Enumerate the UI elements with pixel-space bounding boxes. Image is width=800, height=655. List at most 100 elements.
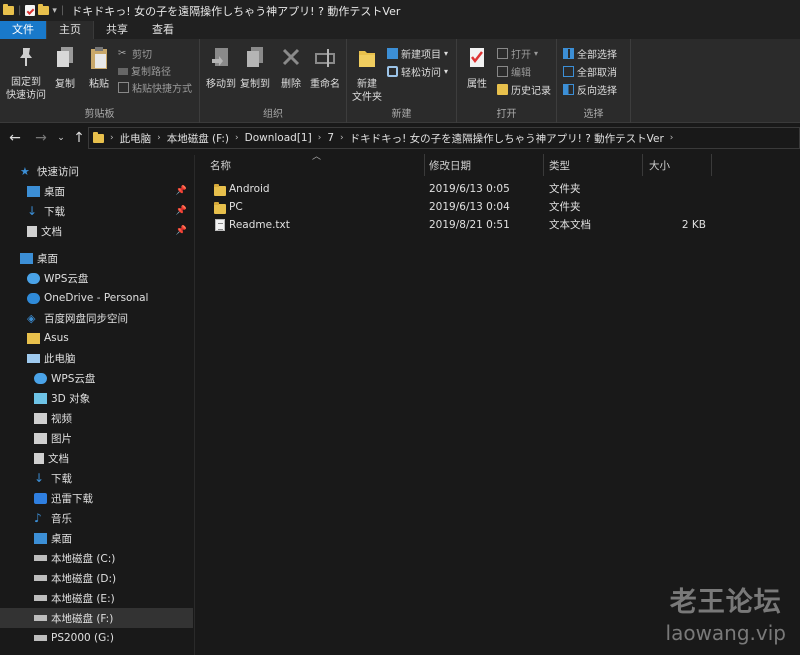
nav-pictures[interactable]: 图片 (0, 428, 193, 448)
nav-music[interactable]: ♪ 音乐 (0, 508, 193, 528)
breadcrumb-separator-icon[interactable]: › (338, 133, 346, 143)
up-arrow-icon[interactable]: ↑ (70, 130, 88, 146)
cut-label: 剪切 (132, 50, 152, 61)
new-folder-icon[interactable] (38, 4, 50, 15)
nav-drive-g[interactable]: PS2000 (G:) (0, 628, 193, 648)
properties-button[interactable]: 属性 (461, 45, 493, 91)
nav-drive-e[interactable]: 本地磁盘 (E:) (0, 588, 193, 608)
forward-arrow-icon[interactable]: → (32, 130, 50, 146)
column-header-size[interactable]: 大小 (649, 154, 670, 176)
breadcrumb-download[interactable]: Download[1] (241, 132, 316, 144)
nav-quick-documents[interactable]: 文档 📌 (0, 221, 193, 241)
nav-videos[interactable]: 视频 (0, 408, 193, 428)
back-arrow-icon[interactable]: ← (6, 130, 24, 146)
breadcrumb-separator-icon[interactable]: › (108, 133, 116, 143)
nav-desktop[interactable]: 桌面 (0, 248, 193, 268)
nav-documents[interactable]: 文档 (0, 448, 193, 468)
easy-access-button[interactable]: 轻松访问 ▾ (387, 64, 448, 79)
file-name: Android (229, 183, 270, 195)
column-header-type[interactable]: 类型 (549, 154, 570, 176)
move-to-button[interactable]: 移动到 (204, 45, 238, 91)
scissors-icon: ✂ (118, 48, 127, 59)
nav-xunlei-download[interactable]: 迅雷下载 (0, 488, 193, 508)
desktop-icon (34, 532, 47, 544)
breadcrumb-separator-icon[interactable]: › (316, 133, 324, 143)
drive-icon (34, 615, 47, 621)
rename-button[interactable]: 重命名 (306, 45, 344, 91)
tab-share[interactable]: 共享 (94, 21, 140, 39)
select-group: 全部选择 全部取消 反向选择 选择 (557, 39, 631, 123)
select-none-button[interactable]: 全部取消 (563, 64, 617, 79)
nav-3d-objects[interactable]: 3D 对象 (0, 388, 193, 408)
breadcrumb-this-pc[interactable]: 此电脑 (116, 131, 156, 146)
pin-icon[interactable]: 📌 (176, 206, 187, 216)
copy-to-button[interactable]: 复制到 (238, 45, 272, 91)
breadcrumb-7[interactable]: 7 (323, 132, 338, 144)
cloud-icon (27, 272, 40, 284)
file-row[interactable]: PC 2019/6/13 0:04 文件夹 (208, 198, 708, 216)
breadcrumb-current-folder[interactable]: ドキドキっ! 女の子を遠隔操作しちゃう神アプリ! ? 動作テストVer (346, 131, 668, 146)
copy-button[interactable]: 复制 (50, 45, 80, 91)
pin-icon[interactable]: 📌 (176, 186, 187, 196)
edit-button[interactable]: 编辑 (497, 64, 531, 79)
column-divider[interactable] (711, 154, 712, 176)
copy-path-button[interactable]: 复制路径 (118, 63, 171, 78)
nav-quick-downloads[interactable]: ↓ 下载 📌 (0, 201, 193, 221)
pin-icon (20, 48, 32, 66)
new-item-label: 新建项目 (401, 50, 441, 61)
nav-asus[interactable]: Asus (0, 328, 193, 348)
breadcrumb-separator-icon[interactable]: › (668, 133, 676, 143)
column-divider[interactable] (543, 154, 544, 176)
paste-shortcut-icon (118, 82, 129, 93)
nav-wps-cloud[interactable]: WPS云盘 (0, 268, 193, 288)
nav-downloads[interactable]: ↓ 下载 (0, 468, 193, 488)
column-header-modified[interactable]: 修改日期 (429, 154, 471, 176)
recent-locations-chevron-icon[interactable]: ⌄ (52, 133, 70, 143)
history-button[interactable]: 历史记录 (497, 82, 551, 97)
new-item-button[interactable]: 新建项目 ▾ (387, 46, 448, 61)
file-row[interactable]: Readme.txt 2019/8/21 0:51 文本文档 2 KB (208, 216, 708, 234)
nav-pc-desktop[interactable]: 桌面 (0, 528, 193, 548)
file-size: 2 KB (681, 219, 706, 231)
nav-pc-wps-cloud[interactable]: WPS云盘 (0, 368, 193, 388)
nav-drive-c[interactable]: 本地磁盘 (C:) (0, 548, 193, 568)
nav-quick-desktop[interactable]: 桌面 📌 (0, 181, 193, 201)
documents-icon (27, 225, 37, 237)
nav-label: Asus (44, 332, 69, 344)
file-row[interactable]: Android 2019/6/13 0:05 文件夹 (208, 180, 708, 198)
column-header-name[interactable]: 名称 (210, 154, 231, 176)
properties-icon[interactable] (25, 5, 36, 16)
copy-to-label: 复制到 (240, 79, 270, 90)
new-folder-button[interactable]: 新建 文件夹 (349, 45, 385, 104)
pin-icon[interactable]: 📌 (176, 226, 187, 236)
breadcrumb-separator-icon[interactable]: › (155, 133, 163, 143)
breadcrumb-separator-icon[interactable]: › (233, 133, 241, 143)
select-all-button[interactable]: 全部选择 (563, 46, 617, 61)
nav-onedrive[interactable]: OneDrive - Personal (0, 288, 193, 308)
cut-button[interactable]: ✂ 剪切 (118, 46, 152, 61)
breadcrumb-drive-f[interactable]: 本地磁盘 (F:) (163, 131, 233, 146)
history-icon (497, 84, 508, 95)
nav-quick-access[interactable]: ★ 快速访问 (0, 161, 193, 181)
tab-home[interactable]: 主页 (46, 21, 94, 39)
edit-icon (497, 66, 508, 77)
paste-shortcut-button[interactable]: 粘贴快捷方式 (118, 80, 192, 95)
invert-selection-button[interactable]: 反向选择 (563, 82, 617, 97)
nav-drive-f[interactable]: 本地磁盘 (F:) (0, 608, 193, 628)
address-bar[interactable]: › 此电脑 › 本地磁盘 (F:) › Download[1] › 7 › ドキ… (88, 127, 800, 149)
drive-icon (34, 595, 47, 601)
column-divider[interactable] (642, 154, 643, 176)
open-button[interactable]: 打开 ▾ (497, 46, 538, 61)
paste-button[interactable]: 粘贴 (84, 45, 114, 91)
tab-file[interactable]: 文件 (0, 21, 46, 39)
paste-icon (91, 47, 107, 69)
delete-button[interactable]: 删除 (278, 45, 304, 91)
pin-quick-access-button[interactable]: 固定到 快速访问 (4, 45, 48, 102)
nav-this-pc[interactable]: 此电脑 (0, 348, 193, 368)
tab-view[interactable]: 查看 (140, 21, 186, 39)
copy-icon (57, 47, 73, 67)
nav-baidu-sync[interactable]: ◈ 百度网盘同步空间 (0, 308, 193, 328)
nav-drive-d[interactable]: 本地磁盘 (D:) (0, 568, 193, 588)
column-divider[interactable] (424, 154, 425, 176)
customize-toolbar-chevron-icon[interactable]: ▾ (52, 6, 57, 16)
